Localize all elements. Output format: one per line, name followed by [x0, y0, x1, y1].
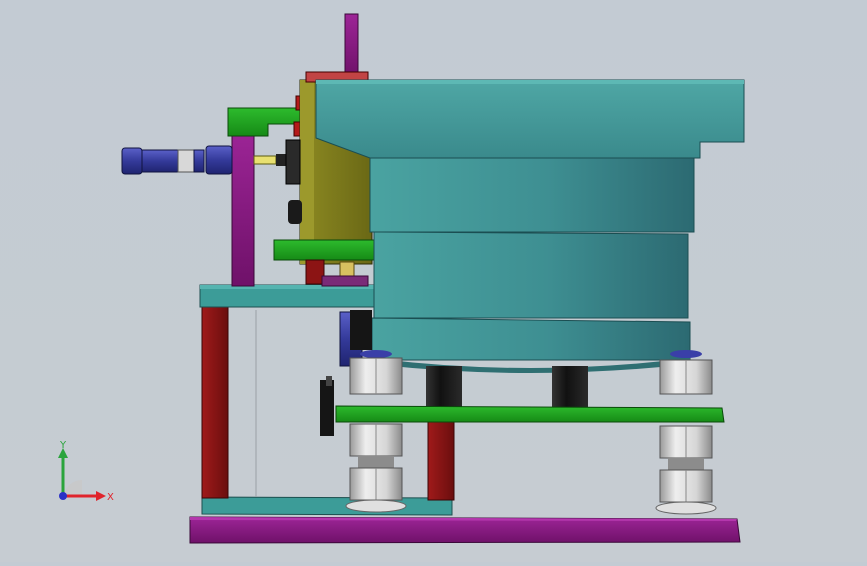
x-axis-label: X — [107, 492, 114, 503]
base-plate[interactable] — [189, 516, 741, 544]
nut-stack-left[interactable] — [345, 350, 407, 513]
x-axis-arrowhead-icon — [96, 491, 106, 501]
spring-plate[interactable] — [335, 405, 725, 423]
coordinate-triad: Y X — [44, 438, 124, 510]
sensor-bracket[interactable] — [227, 95, 307, 137]
air-cylinder[interactable] — [121, 145, 233, 175]
upper-frame-plate[interactable] — [199, 284, 381, 308]
frame-post-left[interactable] — [201, 303, 229, 499]
y-axis-label: Y — [59, 440, 67, 451]
support-column[interactable] — [231, 127, 255, 287]
lower-frame-plate[interactable] — [201, 496, 453, 516]
vertical-rod[interactable] — [344, 13, 359, 77]
vibratory-feeder-model[interactable] — [0, 0, 867, 562]
frame-post-right[interactable] — [427, 419, 455, 501]
triad-plane-icon — [64, 479, 82, 496]
cad-viewport[interactable] — [0, 0, 867, 562]
z-axis-icon — [59, 492, 67, 500]
nut-stack-right[interactable] — [655, 350, 717, 515]
feeder-bowl[interactable] — [315, 79, 745, 373]
